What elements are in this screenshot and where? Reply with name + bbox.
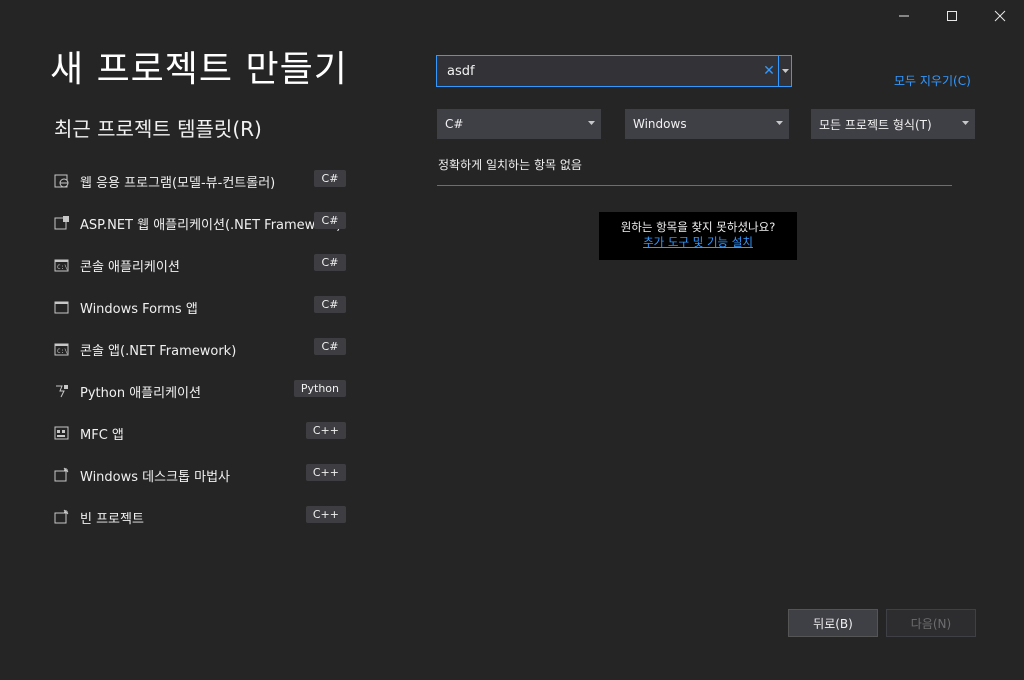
clear-all-link[interactable]: 모두 지우기(C) [894,72,971,89]
recent-item[interactable]: 웹 응용 프로그램(모델-뷰-컨트롤러) C# [54,160,346,202]
recent-item-label: Python 애플리케이션 [80,385,201,401]
language-badge: C++ [305,506,346,523]
close-icon [994,10,1006,22]
minimize-icon [899,15,909,17]
search-history-dropdown[interactable] [778,56,791,86]
console-icon: C:\ [54,341,70,357]
recent-item-label: 웹 응용 프로그램(모델-뷰-컨트롤러) [80,175,276,191]
chevron-down-icon [776,121,783,125]
clear-icon[interactable]: ✕ [760,63,778,79]
language-badge: C# [314,296,346,313]
recent-item-label: Windows 데스크톱 마법사 [80,469,231,485]
recent-item-label: ASP.NET 웹 애플리케이션(.NET Framework) [80,217,342,233]
recent-templates-title: 최근 프로젝트 템플릿(R) [54,117,262,141]
language-filter[interactable]: C# [437,109,601,139]
recent-item[interactable]: Windows 데스크톱 마법사 C++ [54,454,346,496]
maximize-icon [947,11,957,21]
close-button[interactable] [976,4,1024,28]
aspnet-icon [54,215,70,231]
chevron-down-icon [781,68,789,73]
svg-text:C:\: C:\ [57,348,68,355]
svg-text:C:\: C:\ [57,264,68,271]
page-title: 새 프로젝트 만들기 [50,49,348,90]
search-input[interactable] [437,62,760,80]
mfc-icon [54,425,70,441]
next-button[interactable]: 다음(N) [886,609,976,637]
chevron-down-icon [588,121,595,125]
hint-question: 원하는 항목을 찾지 못하셨나요? [620,220,776,234]
install-tools-link[interactable]: 추가 도구 및 기능 설치 [643,235,753,249]
template-search-box: ✕ [436,55,792,87]
project-type-filter[interactable]: 모든 프로젝트 형식(T) [811,109,975,139]
recent-item[interactable]: C:\ 콘솔 애플리케이션 C# [54,244,346,286]
window-controls [880,4,1024,28]
winforms-icon [54,299,70,315]
empty-project-icon [54,509,70,525]
back-button[interactable]: 뒤로(B) [788,609,878,637]
language-badge: C# [314,170,346,187]
recent-item[interactable]: C:\ 콘솔 앱(.NET Framework) C# [54,328,346,370]
results-divider [437,185,952,186]
console-icon: C:\ [54,257,70,273]
recent-item[interactable]: MFC 앱 C++ [54,412,346,454]
language-badge: C++ [305,464,346,481]
project-type-filter-value: 모든 프로젝트 형식(T) [819,117,932,132]
platform-filter-value: Windows [633,117,687,131]
recent-item[interactable]: ASP.NET 웹 애플리케이션(.NET Framework) C# [54,202,346,244]
language-badge: C# [314,212,346,229]
install-hint-box: 원하는 항목을 찾지 못하셨나요? 추가 도구 및 기능 설치 [599,212,797,260]
recent-item[interactable]: Python 애플리케이션 Python [54,370,346,412]
recent-item[interactable]: Windows Forms 앱 C# [54,286,346,328]
recent-item-label: 콘솔 애플리케이션 [80,259,180,275]
minimize-button[interactable] [880,4,928,28]
language-badge: Python [293,380,346,397]
recent-item-label: MFC 앱 [80,427,124,443]
recent-templates-list: 웹 응용 프로그램(모델-뷰-컨트롤러) C# ASP.NET 웹 애플리케이션… [54,160,346,538]
platform-filter[interactable]: Windows [625,109,789,139]
recent-item[interactable]: 빈 프로젝트 C++ [54,496,346,538]
recent-item-label: 빈 프로젝트 [80,511,144,527]
language-badge: C++ [305,422,346,439]
maximize-button[interactable] [928,4,976,28]
chevron-down-icon [962,121,969,125]
no-match-message: 정확하게 일치하는 항목 없음 [438,158,582,172]
language-filter-value: C# [445,117,464,131]
recent-item-label: 콘솔 앱(.NET Framework) [80,343,237,359]
desktop-wizard-icon [54,467,70,483]
python-icon [54,383,70,399]
recent-item-label: Windows Forms 앱 [80,301,198,317]
web-app-icon [54,173,70,189]
language-badge: C# [314,254,346,271]
language-badge: C# [314,338,346,355]
